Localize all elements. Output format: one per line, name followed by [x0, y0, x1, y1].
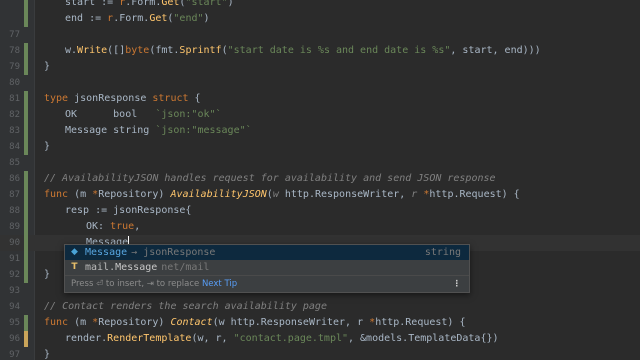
code-text: // AvailabilityJSON handles request for …: [44, 173, 496, 184]
line-number: 92: [9, 270, 20, 280]
code-line[interactable]: 95 func (m *Repository) Contact(w http.Re…: [0, 315, 640, 331]
code-text: Message string `json:"message"`: [65, 125, 252, 136]
line-number: 85: [9, 158, 20, 168]
line-number: 86: [9, 174, 20, 184]
code-editor[interactable]: start := r.Form.Get("start") end := r.For…: [0, 0, 640, 360]
line-number: 88: [9, 206, 20, 216]
line-number: 77: [9, 30, 20, 40]
line-number: 82: [9, 110, 20, 120]
code-line[interactable]: 97}: [0, 347, 640, 360]
line-number: 93: [9, 286, 20, 296]
vcs-added-marker[interactable]: [24, 139, 28, 155]
vcs-added-marker[interactable]: [24, 123, 28, 139]
line-number: 87: [9, 190, 20, 200]
code-text: resp := jsonResponse{: [65, 205, 192, 216]
code-line[interactable]: 85: [0, 155, 640, 171]
code-line[interactable]: 77: [0, 27, 640, 43]
code-text: }: [44, 141, 51, 152]
completion-item-type: string: [424, 247, 461, 258]
line-number: 96: [9, 334, 20, 344]
code-line[interactable]: 80: [0, 75, 640, 91]
line-number: 95: [9, 318, 20, 328]
line-number: 94: [9, 302, 20, 312]
code-line[interactable]: 87 func (m *Repository) AvailabilityJSON(…: [0, 187, 640, 203]
completion-popup: ◆ Message → jsonResponse string T mail.Me…: [64, 244, 470, 293]
code-line[interactable]: end := r.Form.Get("end"): [0, 11, 640, 27]
field-tag-icon: ◆: [71, 247, 78, 257]
code-line[interactable]: 84}: [0, 139, 640, 155]
vcs-added-marker[interactable]: [24, 251, 28, 267]
code-line[interactable]: 88 resp := jsonResponse{: [0, 203, 640, 219]
more-options-icon[interactable]: ⋮: [453, 276, 462, 292]
code-text: w.Write([]byte(fmt.Sprintf("start date i…: [65, 45, 541, 56]
code-line[interactable]: 86 // AvailabilityJSON handles request fo…: [0, 171, 640, 187]
code-text: // Contact renders the search availabili…: [44, 301, 327, 312]
vcs-modified-marker[interactable]: [24, 331, 28, 347]
vcs-added-marker[interactable]: [24, 59, 28, 75]
vcs-added-marker[interactable]: [24, 235, 28, 251]
code-line[interactable]: 83 Message string `json:"message"`: [0, 123, 640, 139]
code-text: start := r.Form.Get("start"): [65, 0, 234, 8]
code-line[interactable]: 89 OK: true,: [0, 219, 640, 235]
line-number: 97: [9, 350, 20, 360]
line-number: 80: [9, 78, 20, 88]
code-line[interactable]: 78 w.Write([]byte(fmt.Sprintf("start date…: [0, 43, 640, 59]
completion-item-hint: net/mail: [161, 262, 210, 273]
code-line[interactable]: 81 type jsonResponse struct {: [0, 91, 640, 107]
completion-item-label: Message: [115, 262, 158, 273]
completion-item-prefix: mail.: [85, 262, 116, 273]
code-text: func (m *Repository) AvailabilityJSON(w …: [44, 189, 520, 200]
line-number: 79: [9, 62, 20, 72]
type-icon: T: [71, 262, 78, 272]
line-number: 91: [9, 254, 20, 264]
vcs-added-marker[interactable]: [24, 315, 28, 331]
completion-footer-text: Press ⏎ to insert, ⇥ to replace: [71, 279, 200, 289]
completion-item-message-field[interactable]: ◆ Message → jsonResponse string: [65, 245, 469, 260]
code-text: end := r.Form.Get("end"): [65, 13, 210, 24]
code-text: OK bool `json:"ok"`: [65, 109, 222, 120]
vcs-added-marker[interactable]: [24, 219, 28, 235]
line-number: 89: [9, 222, 20, 232]
code-text: type jsonResponse struct {: [44, 93, 201, 104]
completion-footer: Press ⏎ to insert, ⇥ to replace Next Tip…: [65, 275, 469, 292]
code-line[interactable]: 96 render.RenderTemplate(w, r, "contact.p…: [0, 331, 640, 347]
vcs-added-marker[interactable]: [24, 267, 28, 283]
line-number: 78: [9, 46, 20, 56]
vcs-added-marker[interactable]: [24, 0, 28, 27]
code-line[interactable]: 94 // Contact renders the search availabi…: [0, 299, 640, 315]
vcs-added-marker[interactable]: [24, 171, 28, 187]
completion-item-hint: → jsonResponse: [131, 247, 216, 258]
code-text: }: [44, 349, 51, 360]
vcs-added-marker[interactable]: [24, 187, 28, 203]
code-text: OK: true,: [86, 221, 141, 232]
code-line[interactable]: 79}: [0, 59, 640, 75]
code-text: func (m *Repository) Contact(w http.Resp…: [44, 317, 466, 328]
next-tip-link[interactable]: Next Tip: [202, 279, 237, 289]
line-number: 81: [9, 94, 20, 104]
vcs-added-marker[interactable]: [24, 107, 28, 123]
line-number: 84: [9, 142, 20, 152]
code-text: }: [44, 269, 51, 280]
line-number: 83: [9, 126, 20, 136]
vcs-added-marker[interactable]: [24, 203, 28, 219]
code-text: }: [44, 61, 51, 72]
code-text: render.RenderTemplate(w, r, "contact.pag…: [65, 333, 499, 344]
vcs-added-marker[interactable]: [24, 43, 28, 59]
completion-item-label: Message: [85, 247, 128, 258]
line-number: 90: [9, 238, 20, 248]
code-line[interactable]: 82 OK bool `json:"ok"`: [0, 107, 640, 123]
completion-item-mail-message[interactable]: T mail.Message net/mail: [65, 260, 469, 275]
vcs-added-marker[interactable]: [24, 91, 28, 107]
code-line[interactable]: start := r.Form.Get("start"): [0, 0, 640, 11]
